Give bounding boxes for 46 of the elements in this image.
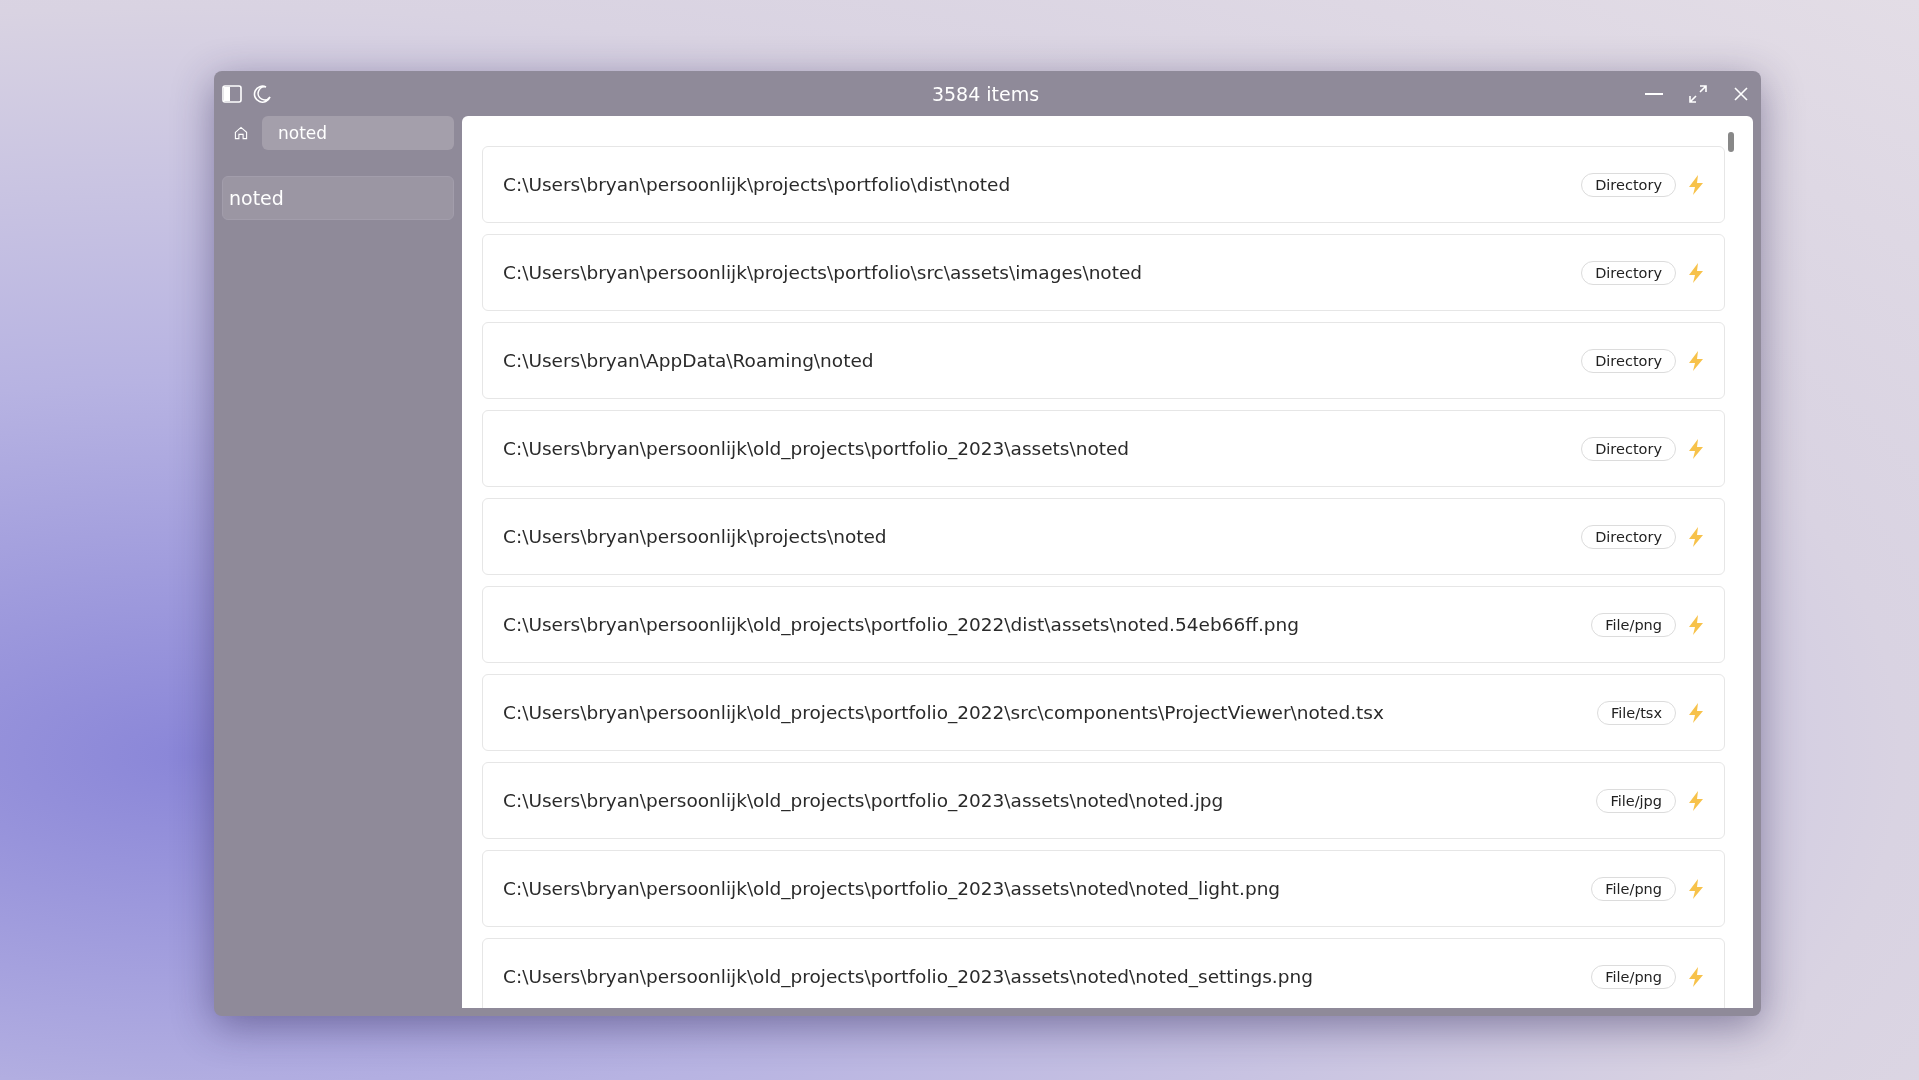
result-row[interactable]: C:\Users\bryan\persoonlijk\projects\portfolio\src\assets\images\noted Directory — [482, 234, 1725, 311]
moon-icon[interactable] — [252, 83, 272, 104]
result-row[interactable]: C:\Users\bryan\persoonlijk\old_projects\portfolio_2023\assets\noted Directory — [482, 410, 1725, 487]
type-tag: Directory — [1581, 524, 1676, 549]
close-icon[interactable] — [1733, 85, 1749, 102]
file-path: C:\Users\bryan\persoonlijk\old_projects\portfolio_2022\dist\assets\noted.54eb66ff.png — [503, 614, 1301, 635]
window-title: 3584 items — [930, 82, 1041, 105]
file-path: C:\Users\bryan\persoonlijk\projects\noted — [503, 526, 888, 547]
lightning-icon[interactable] — [1688, 614, 1704, 635]
file-path: C:\Users\bryan\persoonlijk\projects\portfolio\src\assets\images\noted — [503, 262, 1144, 283]
result-row[interactable]: C:\Users\bryan\persoonlijk\old_projects\portfolio_2023\assets\noted\noted.jpg File/jpg — [482, 762, 1725, 839]
lightning-icon[interactable] — [1688, 174, 1704, 195]
file-path: C:\Users\bryan\persoonlijk\projects\portfolio\dist\noted — [503, 174, 1012, 195]
result-row[interactable]: C:\Users\bryan\persoonlijk\old_projects\portfolio_2022\dist\assets\noted.54eb66ff.png File/png — [482, 586, 1725, 663]
lightning-icon[interactable] — [1688, 878, 1704, 899]
lightning-icon[interactable] — [1688, 350, 1704, 371]
lightning-icon[interactable] — [1688, 702, 1704, 723]
file-path: C:\Users\bryan\persoonlijk\old_projects\portfolio_2022\src\components\ProjectViewer\noted.tsx — [503, 702, 1385, 723]
result-row[interactable]: C:\Users\bryan\persoonlijk\old_projects\portfolio_2022\src\components\ProjectViewer\noted.tsx File/tsx — [482, 674, 1725, 751]
result-row[interactable]: C:\Users\bryan\persoonlijk\old_projects\portfolio_2023\assets\noted\noted_light.png File/png — [482, 850, 1725, 927]
type-tag: Directory — [1581, 260, 1676, 285]
type-tag: File/png — [1591, 612, 1676, 637]
type-tag: Directory — [1581, 348, 1676, 373]
file-path: C:\Users\bryan\persoonlijk\old_projects\portfolio_2023\assets\noted\noted_settings.png — [503, 966, 1314, 987]
type-tag: Directory — [1581, 172, 1676, 197]
type-tag: File/jpg — [1596, 788, 1676, 813]
result-row[interactable]: C:\Users\bryan\persoonlijk\projects\portfolio\dist\noted Directory — [482, 146, 1725, 223]
file-path: C:\Users\bryan\persoonlijk\old_projects\portfolio_2023\assets\noted\noted.jpg — [503, 790, 1225, 811]
result-row[interactable]: C:\Users\bryan\persoonlijk\projects\noted Directory — [482, 498, 1725, 575]
sidebar-toggle-icon[interactable] — [222, 84, 242, 103]
lightning-icon[interactable] — [1688, 526, 1704, 547]
scrollbar-thumb[interactable] — [1728, 132, 1734, 152]
type-tag: File/png — [1591, 876, 1676, 901]
file-path: C:\Users\bryan\AppData\Roaming\noted — [503, 350, 875, 371]
lightning-icon[interactable] — [1688, 262, 1704, 283]
file-path: C:\Users\bryan\persoonlijk\old_projects\portfolio_2023\assets\noted — [503, 438, 1131, 459]
result-row[interactable]: C:\Users\bryan\AppData\Roaming\noted Directory — [482, 322, 1725, 399]
type-tag: Directory — [1581, 436, 1676, 461]
lightning-icon[interactable] — [1688, 790, 1704, 811]
type-tag: File/tsx — [1597, 700, 1676, 725]
file-path: C:\Users\bryan\persoonlijk\old_projects\portfolio_2023\assets\noted\noted_light.png — [503, 878, 1282, 899]
type-tag: File/png — [1591, 964, 1676, 989]
lightning-icon[interactable] — [1688, 966, 1704, 987]
lightning-icon[interactable] — [1688, 438, 1704, 459]
result-row[interactable]: C:\Users\bryan\persoonlijk\old_projects\portfolio_2023\assets\noted\noted_settings.png File/png — [482, 938, 1725, 1008]
maximize-icon[interactable] — [1689, 84, 1707, 103]
